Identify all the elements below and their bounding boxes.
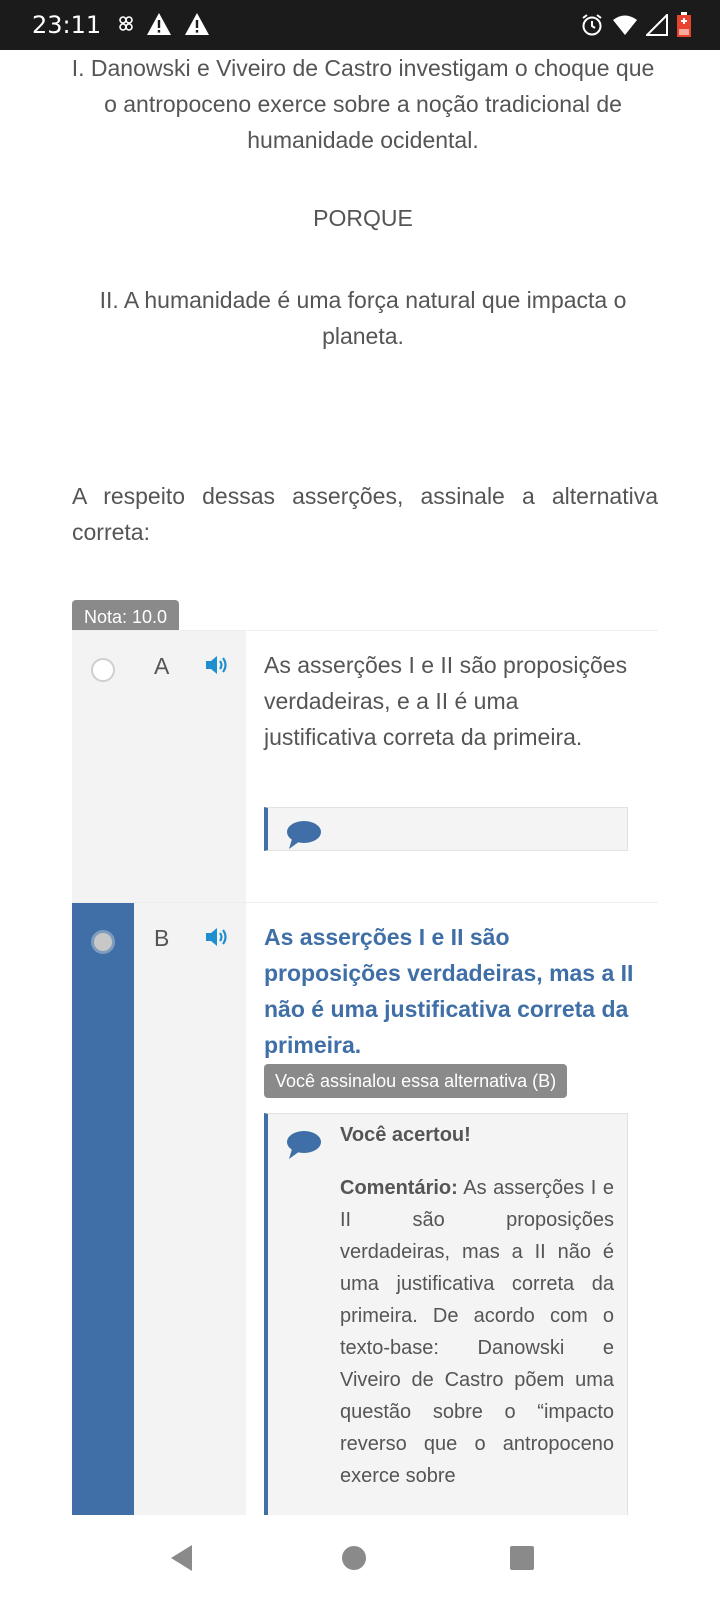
connector-porque: PORQUE bbox=[313, 205, 413, 231]
recents-icon[interactable] bbox=[508, 1543, 536, 1573]
assertion-1: I. Danowski e Viveiro de Castro investig… bbox=[71, 55, 655, 153]
warning-icon bbox=[147, 13, 171, 35]
comment-icon bbox=[287, 821, 321, 849]
selected-alternative-badge: Você assinalou essa alternativa (B) bbox=[264, 1064, 568, 1098]
alternative-b-radio[interactable] bbox=[91, 930, 115, 954]
warning-icon bbox=[185, 13, 209, 35]
wifi-icon bbox=[613, 15, 637, 35]
link-icon bbox=[119, 16, 133, 31]
question-prompt: A respeito dessas asserções, assinale a … bbox=[72, 483, 658, 545]
alternative-b-letter-column: B bbox=[134, 903, 246, 1515]
alternative-a-feedback bbox=[264, 807, 628, 851]
alternative-a-radio[interactable] bbox=[91, 658, 115, 682]
alternative-b-body: As asserções I e II são proposições verd… bbox=[246, 903, 658, 1515]
status-left-icons bbox=[118, 12, 210, 36]
speaker-icon[interactable] bbox=[204, 653, 230, 677]
status-bar: 23:11 bbox=[0, 0, 720, 50]
battery-charging-icon bbox=[677, 12, 691, 37]
speaker-icon[interactable] bbox=[204, 925, 230, 949]
alternative-a-text[interactable]: As asserções I e II são proposições verd… bbox=[264, 647, 634, 755]
status-right-icons bbox=[580, 12, 692, 38]
comment-label: Comentário: bbox=[340, 1177, 458, 1199]
home-icon[interactable] bbox=[340, 1543, 368, 1573]
navigation-bar bbox=[0, 1515, 720, 1600]
quiz-content[interactable]: I. Danowski e Viveiro de Castro investig… bbox=[0, 50, 720, 1515]
alternative-b-gutter bbox=[72, 903, 134, 1515]
alternative-a-letter-column: A bbox=[134, 631, 246, 903]
alternative-b-text[interactable]: As asserções I e II são proposições verd… bbox=[264, 919, 634, 1063]
comment-text: As asserções I e II são proposições verd… bbox=[340, 1177, 614, 1487]
assertion-2: II. A humanidade é uma força natural que… bbox=[99, 287, 627, 349]
alternative-b[interactable]: B As asserções I e II são proposições ve… bbox=[72, 902, 658, 1515]
comment-icon bbox=[287, 1131, 321, 1159]
feedback-comment: Comentário: As asserções I e II são prop… bbox=[340, 1172, 614, 1492]
feedback-title: Você acertou! bbox=[340, 1124, 471, 1146]
alternative-a[interactable]: A As asserções I e II são proposições ve… bbox=[72, 630, 658, 903]
grade-badge: Nota: 10.0 bbox=[72, 600, 180, 634]
alternative-b-letter: B bbox=[154, 925, 170, 951]
signal-icon bbox=[646, 14, 668, 36]
alarm-icon bbox=[582, 14, 602, 36]
status-time: 23:11 bbox=[32, 11, 102, 39]
alternative-a-letter: A bbox=[154, 653, 170, 679]
alternative-a-body: As asserções I e II são proposições verd… bbox=[246, 631, 658, 903]
alternative-b-feedback: Você acertou! Comentário: As asserções I… bbox=[264, 1113, 628, 1515]
back-icon[interactable] bbox=[168, 1543, 196, 1573]
